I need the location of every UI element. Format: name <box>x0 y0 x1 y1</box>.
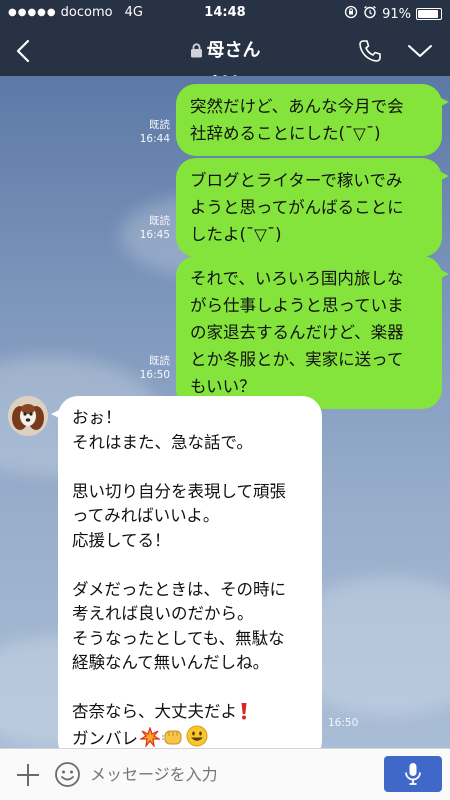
exclamation-icon <box>241 703 247 720</box>
lock-icon <box>190 43 202 58</box>
message-line: したよ(¯▽¯) <box>190 225 282 244</box>
collision-icon <box>140 726 160 747</box>
battery-icon <box>416 8 442 20</box>
chat-area[interactable]: 既読 16:44 突然だけど、あんな今月で会 社辞めることにした(¯▽¯) 既読… <box>0 76 450 748</box>
menu-dropdown-button[interactable] <box>407 41 433 65</box>
microphone-icon <box>405 763 421 785</box>
outgoing-message-bubble[interactable]: 突然だけど、あんな今月で会 社辞めることにした(¯▽¯) <box>176 84 449 156</box>
call-button[interactable] <box>357 38 383 68</box>
read-receipt: 既読 <box>149 355 170 367</box>
message-line: 社辞めることにした(¯▽¯) <box>190 124 381 143</box>
chat-header: 母さん <box>0 26 450 79</box>
smiley-face-icon <box>186 725 208 746</box>
message-input-bar <box>0 748 450 800</box>
phone-icon <box>359 40 381 62</box>
read-receipt: 既読 <box>149 119 170 131</box>
message-meta: 既読 16:50 <box>118 354 170 382</box>
battery-fill <box>418 10 438 18</box>
status-bar: ●●●●● docomo 4G 14:48 91% <box>0 0 450 26</box>
rotation-lock-icon <box>344 5 358 23</box>
message-paragraph: ダメだったときは、その時に 考えれば良いのだから。 そうなったとしても、無駄な … <box>72 579 287 673</box>
dog-avatar-icon <box>8 396 48 436</box>
message-line: とか冬服とか、実家に送って <box>190 350 404 369</box>
message-time: 16:50 <box>139 369 170 381</box>
sticker-button[interactable] <box>54 761 81 792</box>
message-line: ようと思ってがんばることに <box>190 198 404 217</box>
contact-avatar[interactable] <box>8 396 48 436</box>
battery-percent: 91% <box>382 6 411 22</box>
message-paragraph: 思い切り自分を表現して頑張 ってみればいいよ。 応援してる！ <box>72 481 287 550</box>
outgoing-message-bubble[interactable]: ブログとライターで稼いでみ ようと思ってがんばることに したよ(¯▽¯) <box>176 158 449 257</box>
message-line: の家退去するんだけど、楽器 <box>190 323 404 342</box>
message-text: ガンバレ <box>72 728 138 748</box>
voice-input-button[interactable] <box>384 756 442 792</box>
message-paragraph: おぉ！ それはまた、急な話で。 <box>72 408 253 452</box>
message-meta: 既読 16:45 <box>118 214 170 242</box>
plus-icon <box>17 764 39 786</box>
message-line: それで、いろいろ国内旅しな <box>190 269 404 288</box>
alarm-icon <box>363 5 377 23</box>
chevron-down-icon <box>408 45 432 57</box>
message-meta: 既読 16:44 <box>118 118 170 146</box>
status-right: 91% <box>344 5 442 23</box>
message-text: 杏奈なら、大丈夫だよ <box>72 702 237 721</box>
message-line: ガンバレ <box>72 725 308 749</box>
message-input[interactable] <box>90 757 370 791</box>
add-button[interactable] <box>15 762 41 792</box>
read-receipt: 既読 <box>149 215 170 227</box>
message-line: ブログとライターで稼いでみ <box>190 171 403 190</box>
message-time: 16:50 <box>328 717 359 729</box>
contact-name: 母さん <box>206 40 261 61</box>
message-line: がら仕事しようと思っていま <box>190 296 404 315</box>
message-line: 杏奈なら、大丈夫だよ <box>72 700 308 725</box>
outgoing-message-bubble[interactable]: それで、いろいろ国内旅しな がら仕事しようと思っていま の家退去するんだけど、楽… <box>176 256 449 409</box>
incoming-message-bubble[interactable]: おぉ！ それはまた、急な話で。 思い切り自分を表現して頑張 ってみればいいよ。 … <box>51 396 322 749</box>
message-line: 突然だけど、あんな今月で会 <box>190 97 404 116</box>
message-time: 16:44 <box>139 133 170 145</box>
message-time: 16:45 <box>139 229 170 241</box>
fist-bump-icon <box>162 730 182 744</box>
emoji-smile-icon <box>55 762 80 787</box>
